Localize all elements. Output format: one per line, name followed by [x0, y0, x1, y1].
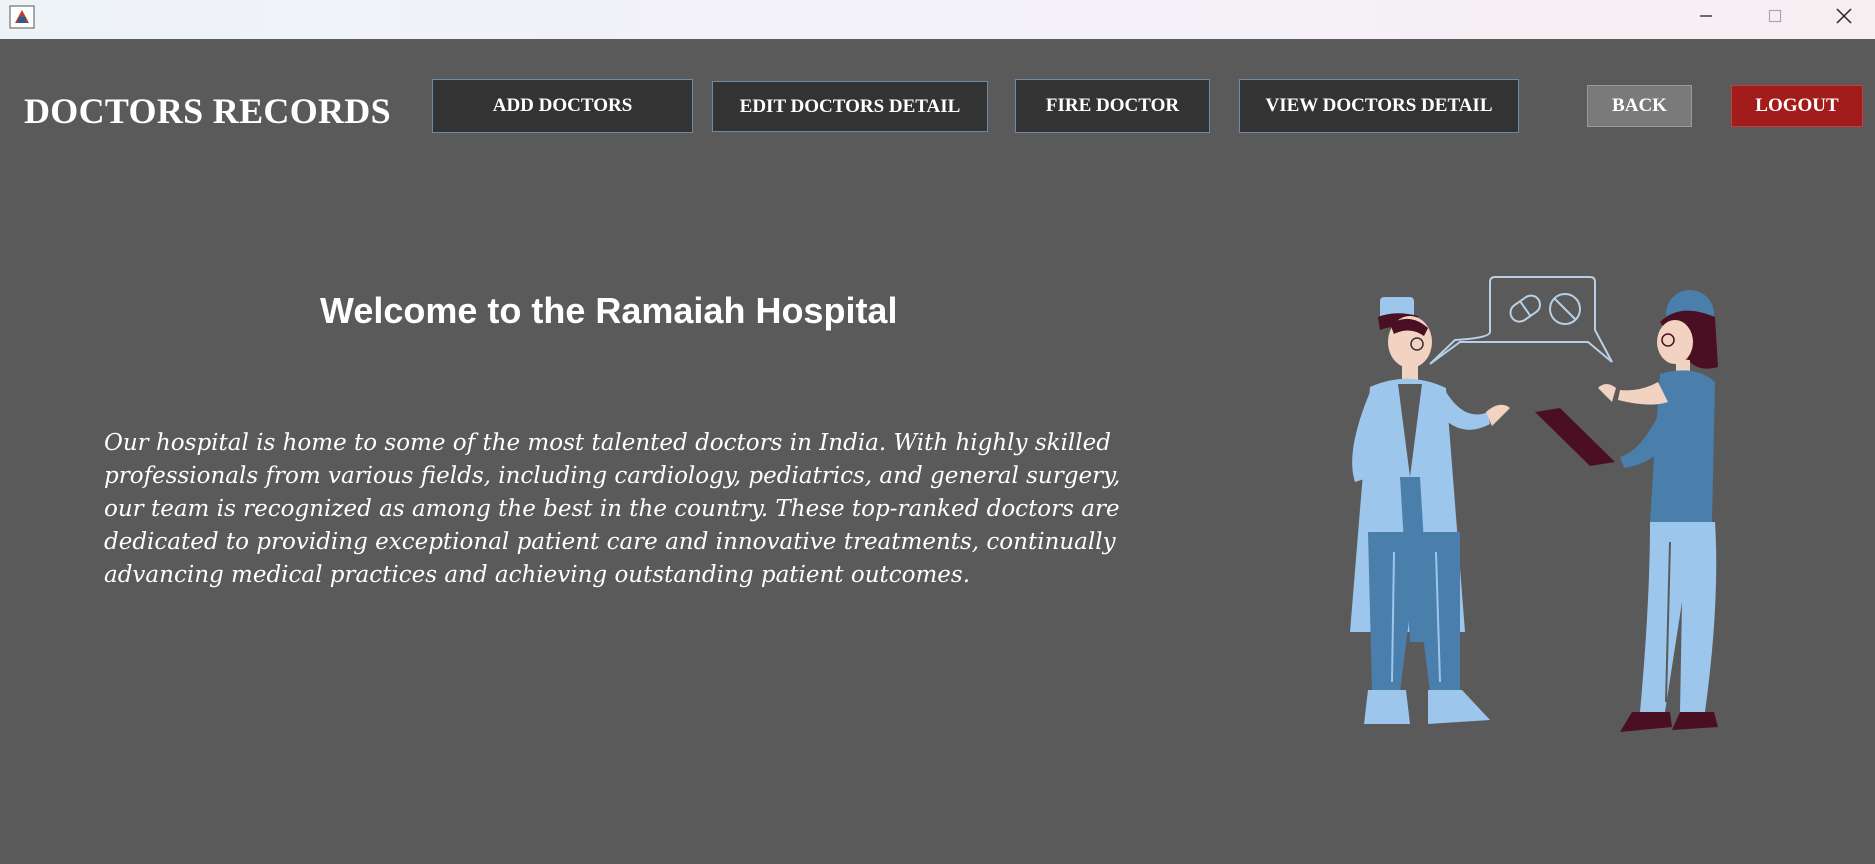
welcome-heading: Welcome to the Ramaiah Hospital — [320, 290, 898, 331]
window-titlebar — [0, 0, 1875, 39]
logout-button[interactable]: LOGOUT — [1731, 85, 1863, 127]
page-title: DOCTORS RECORDS — [24, 91, 391, 131]
doctors-conversation-illustration — [1320, 272, 1750, 792]
minimize-icon[interactable] — [1672, 0, 1740, 32]
clipboard-icon — [1535, 408, 1615, 466]
view-doctors-detail-button[interactable]: VIEW DOCTORS DETAIL — [1239, 79, 1519, 133]
speech-bubble-icon — [1429, 276, 1613, 365]
hospital-description: Our hospital is home to some of the most… — [104, 430, 1121, 588]
java-app-icon — [9, 5, 35, 29]
female-doctor-figure — [1598, 290, 1718, 732]
male-doctor-figure — [1350, 297, 1510, 724]
back-button[interactable]: BACK — [1587, 85, 1692, 127]
fire-doctor-button[interactable]: FIRE DOCTOR — [1015, 79, 1210, 133]
maximize-icon[interactable] — [1741, 0, 1809, 32]
close-icon[interactable] — [1810, 0, 1875, 32]
edit-doctors-detail-button[interactable]: EDIT DOCTORS DETAIL — [712, 81, 988, 132]
add-doctors-button[interactable]: ADD DOCTORS — [432, 79, 693, 133]
